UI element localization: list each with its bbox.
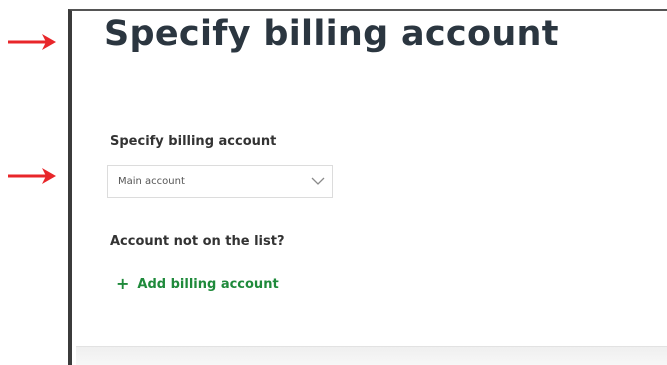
account-not-listed-text: Account not on the list? [110,234,285,249]
billing-account-label: Specify billing account [110,134,277,149]
page-title: Specify billing account [104,14,559,54]
annotation-arrow-dropdown [6,165,58,187]
annotation-arrow-title [6,31,58,53]
billing-account-select[interactable]: Main account [107,165,333,198]
panel-footer-bar [76,346,667,365]
billing-account-selected-value: Main account [118,176,185,187]
add-billing-account-link[interactable]: + Add billing account [116,276,279,292]
add-billing-account-label: Add billing account [137,276,279,292]
plus-icon: + [116,274,130,293]
billing-panel: Specify billing account Specify billing … [68,9,667,365]
chevron-down-icon [304,177,332,186]
